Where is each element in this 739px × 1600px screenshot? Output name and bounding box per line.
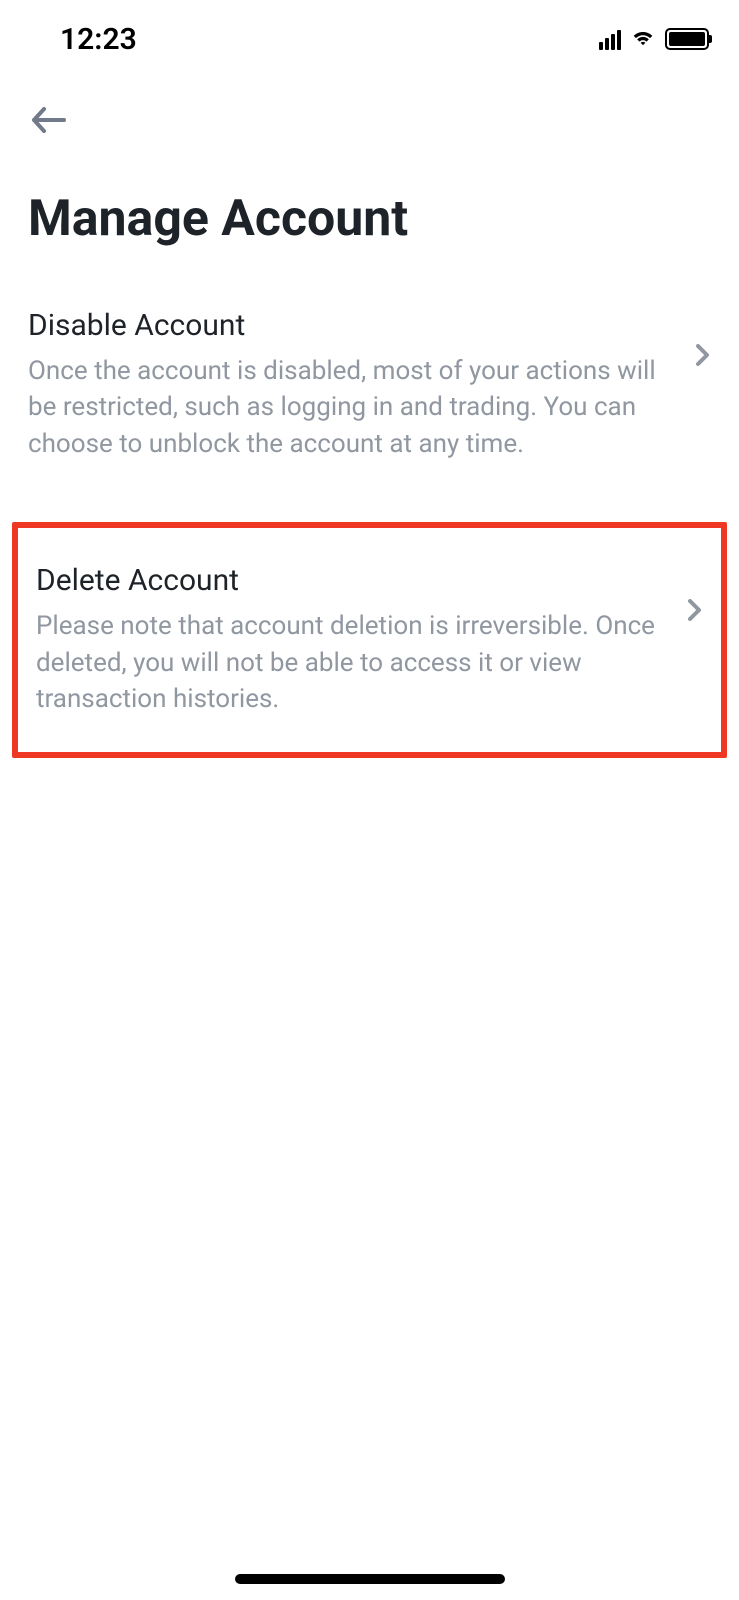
option-title: Delete Account xyxy=(36,563,671,598)
home-indicator[interactable] xyxy=(235,1574,505,1584)
page-title: Manage Account xyxy=(0,140,739,278)
status-time: 12:23 xyxy=(60,22,137,57)
back-button[interactable] xyxy=(28,100,68,140)
cellular-signal-icon xyxy=(599,28,621,50)
disable-account-row[interactable]: Disable Account Once the account is disa… xyxy=(0,278,739,492)
status-bar: 12:23 xyxy=(0,0,739,70)
option-description: Please note that account deletion is irr… xyxy=(36,608,671,717)
battery-icon xyxy=(665,28,709,50)
option-description: Once the account is disabled, most of yo… xyxy=(28,353,679,462)
status-icons xyxy=(599,26,709,52)
highlight-box: Delete Account Please note that account … xyxy=(12,522,727,758)
chevron-right-icon xyxy=(687,598,703,626)
chevron-right-icon xyxy=(695,343,711,371)
option-content: Disable Account Once the account is disa… xyxy=(28,308,679,462)
nav-bar xyxy=(0,70,739,140)
option-content: Delete Account Please note that account … xyxy=(36,563,671,717)
option-title: Disable Account xyxy=(28,308,679,343)
delete-account-row[interactable]: Delete Account Please note that account … xyxy=(18,528,721,752)
arrow-left-icon xyxy=(30,105,66,135)
wifi-icon xyxy=(629,26,657,52)
